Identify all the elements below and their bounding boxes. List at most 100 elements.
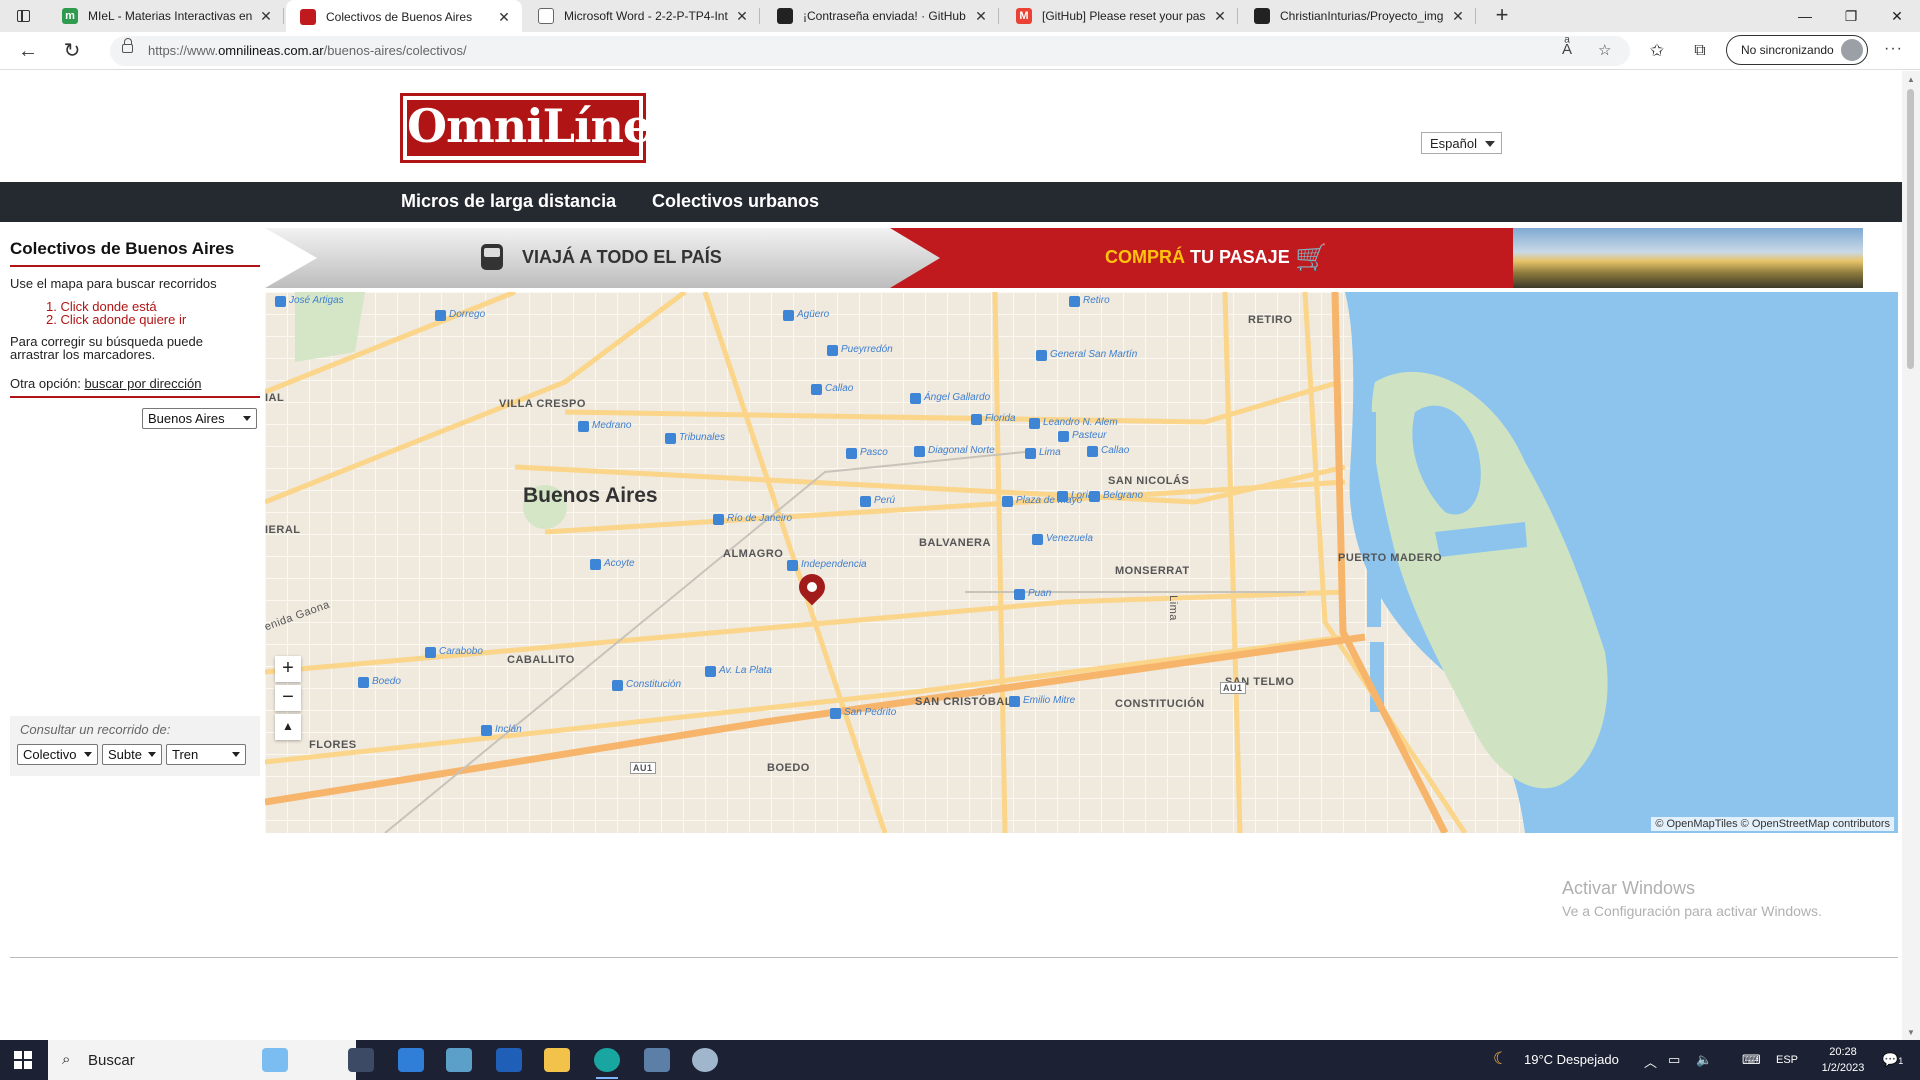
scrollbar-thumb[interactable] bbox=[1907, 89, 1914, 369]
language-select[interactable]: Español bbox=[1421, 132, 1502, 154]
bus-stop-icon[interactable] bbox=[830, 708, 841, 719]
browser-tab[interactable]: M [GitHub] Please reset your passw ✕ bbox=[1002, 0, 1238, 32]
bus-stop-label[interactable]: Av. La Plata bbox=[719, 665, 772, 676]
bus-stop-icon[interactable] bbox=[811, 384, 822, 395]
calculator-icon[interactable] bbox=[644, 1048, 670, 1072]
bus-stop-label[interactable]: Puan bbox=[1028, 588, 1051, 599]
task-view-icon[interactable] bbox=[348, 1048, 374, 1072]
url-field[interactable]: https://www.omnilineas.com.ar/buenos-air… bbox=[110, 36, 1630, 66]
search-by-address-link[interactable]: buscar por dirección bbox=[84, 376, 201, 391]
bus-stop-label[interactable]: Callao bbox=[1101, 445, 1129, 456]
bus-stop-icon[interactable] bbox=[713, 514, 724, 525]
tab-actions-icon[interactable] bbox=[8, 6, 36, 28]
taskbar-search[interactable]: ⌕ Buscar bbox=[48, 1040, 356, 1080]
bus-stop-icon[interactable] bbox=[612, 680, 623, 691]
lock-icon[interactable] bbox=[122, 38, 133, 53]
bus-stop-icon[interactable] bbox=[860, 496, 871, 507]
bus-stop-label[interactable]: Lima bbox=[1039, 447, 1061, 458]
bus-stop-icon[interactable] bbox=[1032, 534, 1043, 545]
bus-stop-label[interactable]: Inclán bbox=[495, 724, 522, 735]
bus-stop-icon[interactable] bbox=[1029, 418, 1040, 429]
volume-icon[interactable]: 🔈 bbox=[1696, 1052, 1712, 1068]
more-icon[interactable]: ··· bbox=[1884, 40, 1903, 58]
tray-chevron-icon[interactable]: ︿ bbox=[1644, 1052, 1657, 1071]
tren-select[interactable]: Tren bbox=[166, 744, 246, 765]
profile-sync-button[interactable]: No sincronizando bbox=[1726, 35, 1868, 65]
favorites-icon[interactable]: ✩ bbox=[1643, 38, 1671, 64]
bus-stop-label[interactable]: Constitución bbox=[626, 679, 681, 690]
reload-icon[interactable]: ↻ bbox=[58, 38, 86, 64]
app-icon[interactable] bbox=[446, 1048, 472, 1072]
bus-stop-icon[interactable] bbox=[1036, 350, 1047, 361]
bus-stop-icon[interactable] bbox=[846, 448, 857, 459]
minimize-button[interactable]: — bbox=[1782, 0, 1828, 32]
bus-stop-label[interactable]: Leandro N. Alem bbox=[1043, 417, 1118, 428]
add-favorite-icon[interactable]: ☆ bbox=[1598, 41, 1611, 59]
close-tab-icon[interactable]: ✕ bbox=[496, 9, 512, 26]
bus-stop-icon[interactable] bbox=[1087, 446, 1098, 457]
url-text[interactable]: https://www.omnilineas.com.ar/buenos-air… bbox=[148, 43, 467, 58]
new-tab-button[interactable]: + bbox=[1490, 4, 1514, 28]
windows-start-icon[interactable] bbox=[14, 1051, 32, 1069]
search-highlight-icon[interactable] bbox=[262, 1048, 288, 1072]
bus-stop-label[interactable]: Agüero bbox=[797, 309, 829, 320]
bus-stop-icon[interactable] bbox=[971, 414, 982, 425]
city-select[interactable]: Buenos Aires bbox=[142, 408, 257, 429]
bus-stop-label[interactable]: Carabobo bbox=[439, 646, 483, 657]
colectivo-select[interactable]: Colectivo bbox=[17, 744, 98, 765]
language-indicator[interactable]: ESP bbox=[1776, 1054, 1798, 1066]
close-tab-icon[interactable]: ✕ bbox=[1450, 8, 1466, 25]
mail-icon[interactable] bbox=[398, 1048, 424, 1072]
bus-stop-label[interactable]: Pasteur bbox=[1072, 430, 1106, 441]
bus-stop-icon[interactable] bbox=[1002, 496, 1013, 507]
bus-stop-icon[interactable] bbox=[1057, 491, 1068, 502]
bus-stop-icon[interactable] bbox=[910, 393, 921, 404]
scroll-up-icon[interactable]: ▲ bbox=[1907, 75, 1915, 84]
browser-tab[interactable]: ¡Contraseña enviada! · GitHub ✕ bbox=[763, 0, 999, 32]
network-icon[interactable]: ▭ bbox=[1668, 1052, 1680, 1068]
bus-stop-label[interactable]: Ángel Gallardo bbox=[924, 392, 990, 403]
bus-stop-icon[interactable] bbox=[1058, 431, 1069, 442]
zoom-in-button[interactable]: + bbox=[275, 656, 301, 682]
close-tab-icon[interactable]: ✕ bbox=[258, 8, 274, 25]
subte-select[interactable]: Subte bbox=[102, 744, 162, 765]
bus-stop-icon[interactable] bbox=[827, 345, 838, 356]
bus-stop-label[interactable]: José Artigas bbox=[289, 295, 344, 306]
bus-stop-label[interactable]: Belgrano bbox=[1103, 490, 1143, 501]
bus-stop-icon[interactable] bbox=[590, 559, 601, 570]
bus-stop-icon[interactable] bbox=[787, 560, 798, 571]
bus-stop-icon[interactable] bbox=[914, 446, 925, 457]
close-tab-icon[interactable]: ✕ bbox=[973, 8, 989, 25]
route-map[interactable]: Buenos Aires VILLA CRESPO ALMAGRO BALVAN… bbox=[265, 292, 1898, 833]
browser-tab[interactable]: m MIeL - Materias Interactivas en L ✕ bbox=[48, 0, 284, 32]
bus-stop-icon[interactable] bbox=[578, 421, 589, 432]
clock[interactable]: 20:28 1/2/2023 bbox=[1811, 1044, 1875, 1076]
scroll-down-icon[interactable]: ▼ bbox=[1907, 1028, 1915, 1037]
file-explorer-icon[interactable] bbox=[544, 1048, 570, 1072]
settings-app-icon[interactable] bbox=[692, 1048, 718, 1072]
edge-icon[interactable] bbox=[594, 1048, 620, 1079]
bus-stop-icon[interactable] bbox=[783, 310, 794, 321]
bus-stop-icon[interactable] bbox=[481, 725, 492, 736]
bus-stop-label[interactable]: Callao bbox=[825, 383, 853, 394]
read-aloud-icon[interactable]: A͏ͣ bbox=[1562, 41, 1572, 58]
bus-stop-label[interactable]: Río de Janeiro bbox=[727, 513, 792, 524]
bus-stop-label[interactable]: Florida bbox=[985, 413, 1016, 424]
bus-stop-icon[interactable] bbox=[425, 647, 436, 658]
close-tab-icon[interactable]: ✕ bbox=[1212, 8, 1228, 25]
weather-text[interactable]: 19°C Despejado bbox=[1524, 1052, 1619, 1067]
bus-stop-label[interactable]: Pasco bbox=[860, 447, 888, 458]
bus-stop-label[interactable]: Boedo bbox=[372, 676, 401, 687]
zoom-out-button[interactable]: − bbox=[275, 685, 301, 711]
bus-stop-icon[interactable] bbox=[358, 677, 369, 688]
bus-stop-label[interactable]: General San Martín bbox=[1050, 349, 1137, 360]
bus-stop-icon[interactable] bbox=[1025, 448, 1036, 459]
bus-stop-icon[interactable] bbox=[435, 310, 446, 321]
bus-stop-icon[interactable] bbox=[1014, 589, 1025, 600]
bus-stop-label[interactable]: Dorrego bbox=[449, 309, 485, 320]
bus-stop-icon[interactable] bbox=[275, 296, 286, 307]
bus-stop-label[interactable]: Diagonal Norte bbox=[928, 445, 995, 456]
nav-long-distance[interactable]: Micros de larga distancia bbox=[401, 191, 616, 212]
bus-stop-icon[interactable] bbox=[665, 433, 676, 444]
bus-stop-label[interactable]: Acoyte bbox=[604, 558, 635, 569]
